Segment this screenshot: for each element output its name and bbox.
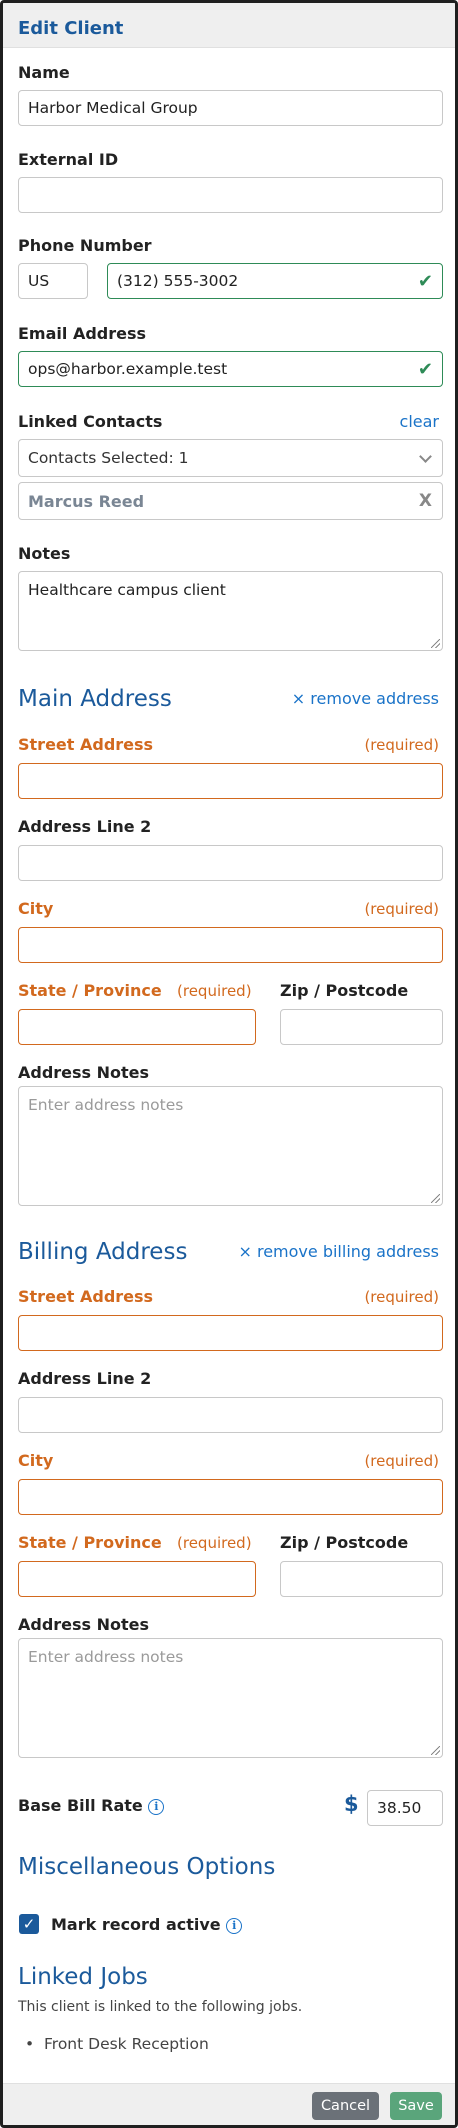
resize-grip-icon[interactable]	[431, 1746, 440, 1755]
billing-address-title: Billing Address	[18, 1239, 188, 1265]
main-state-input[interactable]	[18, 1009, 256, 1045]
notes-value: Healthcare campus client	[28, 581, 226, 599]
billing-zip-input[interactable]	[280, 1561, 443, 1597]
bill-rate-value: 38.50	[377, 1799, 422, 1817]
misc-options-title: Miscellaneous Options	[18, 1854, 276, 1880]
main-city-input[interactable]	[18, 927, 443, 963]
billing-notes-label: Address Notes	[18, 1615, 150, 1634]
resize-grip-icon[interactable]	[431, 639, 440, 648]
dialog-header: Edit Client	[3, 3, 455, 48]
cancel-button[interactable]: Cancel	[312, 2092, 379, 2120]
resize-grip-icon[interactable]	[431, 1194, 440, 1203]
billing-line2-label: Address Line 2	[18, 1369, 152, 1388]
main-state-required: (required)	[177, 982, 252, 1000]
billing-street-input[interactable]	[18, 1315, 443, 1351]
chevron-down-icon	[419, 450, 432, 463]
main-city-label: City	[18, 899, 54, 918]
main-line2-label: Address Line 2	[18, 817, 152, 836]
remove-address-link[interactable]: × remove address	[292, 689, 439, 708]
dialog-title: Edit Client	[18, 18, 124, 39]
contacts-select-text: Contacts Selected: 1	[28, 449, 189, 467]
dialog-footer: Cancel Save	[3, 2083, 455, 2125]
remove-contact-button[interactable]: X	[419, 491, 432, 511]
edit-client-dialog: Edit Client Name Harbor Medical Group Ex…	[0, 0, 458, 2128]
billing-state-required: (required)	[177, 1534, 252, 1552]
main-address-title: Main Address	[18, 686, 172, 712]
check-icon: ✔	[417, 271, 433, 292]
name-label: Name	[18, 63, 70, 82]
phone-number-value: (312) 555-3002	[117, 272, 239, 290]
email-label: Email Address	[18, 324, 147, 343]
main-line2-input[interactable]	[18, 845, 443, 881]
active-label: Mark record active i	[51, 1915, 243, 1934]
name-input[interactable]: Harbor Medical Group	[18, 90, 443, 126]
name-value: Harbor Medical Group	[28, 99, 198, 117]
email-input[interactable]: ops@harbor.example.test ✔	[18, 351, 443, 387]
save-button[interactable]: Save	[390, 2092, 442, 2120]
check-icon: ✔	[417, 359, 433, 380]
main-state-label: State / Province	[18, 981, 162, 1000]
external-id-label: External ID	[18, 150, 119, 169]
contact-chip: Marcus Reed X	[18, 482, 443, 520]
active-checkbox[interactable]: ✓	[19, 1914, 39, 1934]
billing-state-label: State / Province	[18, 1533, 162, 1552]
billing-zip-label: Zip / Postcode	[280, 1533, 409, 1552]
billing-city-required: (required)	[364, 1452, 439, 1470]
active-label-text[interactable]: Mark record active	[51, 1915, 221, 1934]
main-street-label: Street Address	[18, 735, 154, 754]
billing-street-required: (required)	[364, 1288, 439, 1306]
linked-jobs-description: This client is linked to the following j…	[18, 1999, 303, 2015]
billing-notes-placeholder: Enter address notes	[28, 1648, 184, 1666]
bill-rate-label: Base Bill Rate i	[18, 1796, 165, 1815]
billing-state-input[interactable]	[18, 1561, 256, 1597]
main-zip-input[interactable]	[280, 1009, 443, 1045]
phone-country-value: US	[28, 272, 50, 290]
info-icon[interactable]: i	[226, 1917, 243, 1934]
clear-contacts-link[interactable]: clear	[400, 412, 439, 431]
billing-line2-input[interactable]	[18, 1397, 443, 1433]
billing-notes-textarea[interactable]: Enter address notes	[18, 1638, 443, 1758]
main-street-required: (required)	[364, 736, 439, 754]
currency-symbol: $	[344, 1792, 359, 1816]
phone-number-input[interactable]: (312) 555-3002 ✔	[107, 263, 443, 299]
phone-label: Phone Number	[18, 236, 152, 255]
main-zip-label: Zip / Postcode	[280, 981, 409, 1000]
external-id-input[interactable]	[18, 177, 443, 213]
linked-job-item: • Front Desk Reception	[25, 2035, 209, 2053]
contact-chip-label: Marcus Reed	[28, 491, 145, 511]
bill-rate-label-text: Base Bill Rate	[18, 1796, 143, 1815]
remove-billing-address-link[interactable]: × remove billing address	[238, 1242, 439, 1261]
main-street-input[interactable]	[18, 763, 443, 799]
linked-jobs-title: Linked Jobs	[18, 1964, 148, 1990]
billing-street-label: Street Address	[18, 1287, 154, 1306]
linked-job-link[interactable]: Front Desk Reception	[44, 2035, 209, 2053]
bullet-icon: •	[25, 2035, 44, 2053]
email-value: ops@harbor.example.test	[28, 360, 228, 378]
bill-rate-input[interactable]: 38.50	[367, 1790, 443, 1826]
billing-city-input[interactable]	[18, 1479, 443, 1515]
info-icon[interactable]: i	[148, 1798, 165, 1815]
main-notes-textarea[interactable]: Enter address notes	[18, 1086, 443, 1206]
main-notes-placeholder: Enter address notes	[28, 1096, 184, 1114]
notes-label: Notes	[18, 544, 71, 563]
phone-country-input[interactable]: US	[18, 263, 88, 299]
main-city-required: (required)	[364, 900, 439, 918]
contacts-select[interactable]: Contacts Selected: 1	[18, 439, 443, 477]
main-notes-label: Address Notes	[18, 1063, 150, 1082]
billing-city-label: City	[18, 1451, 54, 1470]
notes-textarea[interactable]: Healthcare campus client	[18, 571, 443, 651]
linked-contacts-label: Linked Contacts	[18, 412, 163, 431]
